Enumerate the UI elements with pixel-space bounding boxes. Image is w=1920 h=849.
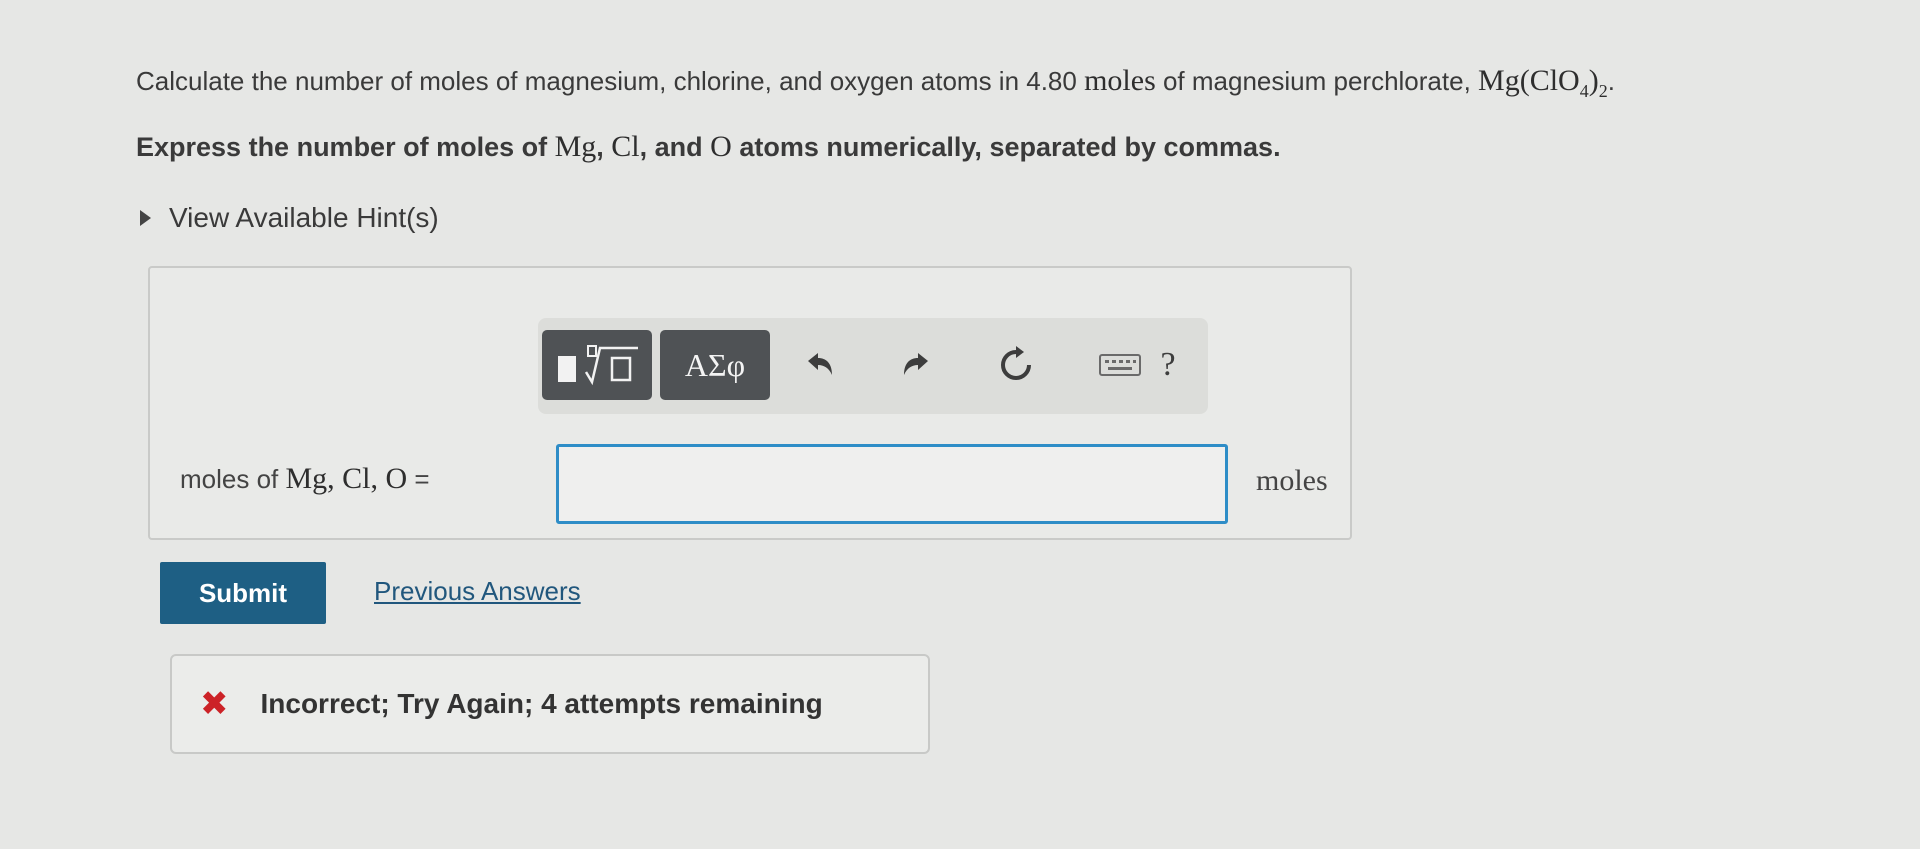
chemical-formula: Mg(ClO4)2: [1478, 64, 1608, 101]
redo-button[interactable]: [888, 330, 944, 400]
feedback-box: ✖ Incorrect; Try Again; 4 attempts remai…: [170, 654, 930, 754]
help-button[interactable]: ?: [1118, 330, 1218, 400]
reset-icon: [1001, 346, 1031, 380]
undo-button[interactable]: [792, 330, 848, 400]
feedback-message: Incorrect; Try Again; 4 attempts remaini…: [260, 688, 823, 719]
caret-right-icon: [140, 210, 151, 226]
answer-units: moles: [1256, 464, 1328, 497]
answer-input[interactable]: [556, 444, 1228, 524]
templates-icon: [558, 345, 638, 386]
x-icon: ✖: [200, 685, 229, 723]
submit-button[interactable]: Submit: [160, 562, 326, 624]
question-text: Calculate the number of moles of magnesi…: [136, 64, 1615, 101]
answer-label: moles of Mg, Cl, O =: [180, 462, 430, 495]
answer-row: moles of Mg, Cl, O = moles: [180, 436, 1340, 526]
reset-button[interactable]: [988, 330, 1044, 400]
hint-label: View Available Hint(s): [169, 202, 439, 233]
symbols-button[interactable]: ΑΣφ: [660, 330, 770, 400]
view-hints-toggle[interactable]: View Available Hint(s): [140, 202, 439, 234]
templates-button[interactable]: [542, 330, 652, 400]
undo-icon: [808, 353, 832, 375]
moles-unit: moles: [1084, 64, 1156, 97]
instruction-text: Express the number of moles of Mg, Cl, a…: [136, 130, 1281, 163]
math-toolbar: ΑΣφ ?: [538, 318, 1208, 414]
redo-icon: [904, 353, 928, 375]
answer-panel: ΑΣφ ? moles of Mg, Cl, O = moles: [148, 266, 1352, 540]
problem-page: Calculate the number of moles of magnesi…: [0, 0, 1920, 849]
previous-answers-link[interactable]: Previous Answers: [374, 576, 581, 607]
